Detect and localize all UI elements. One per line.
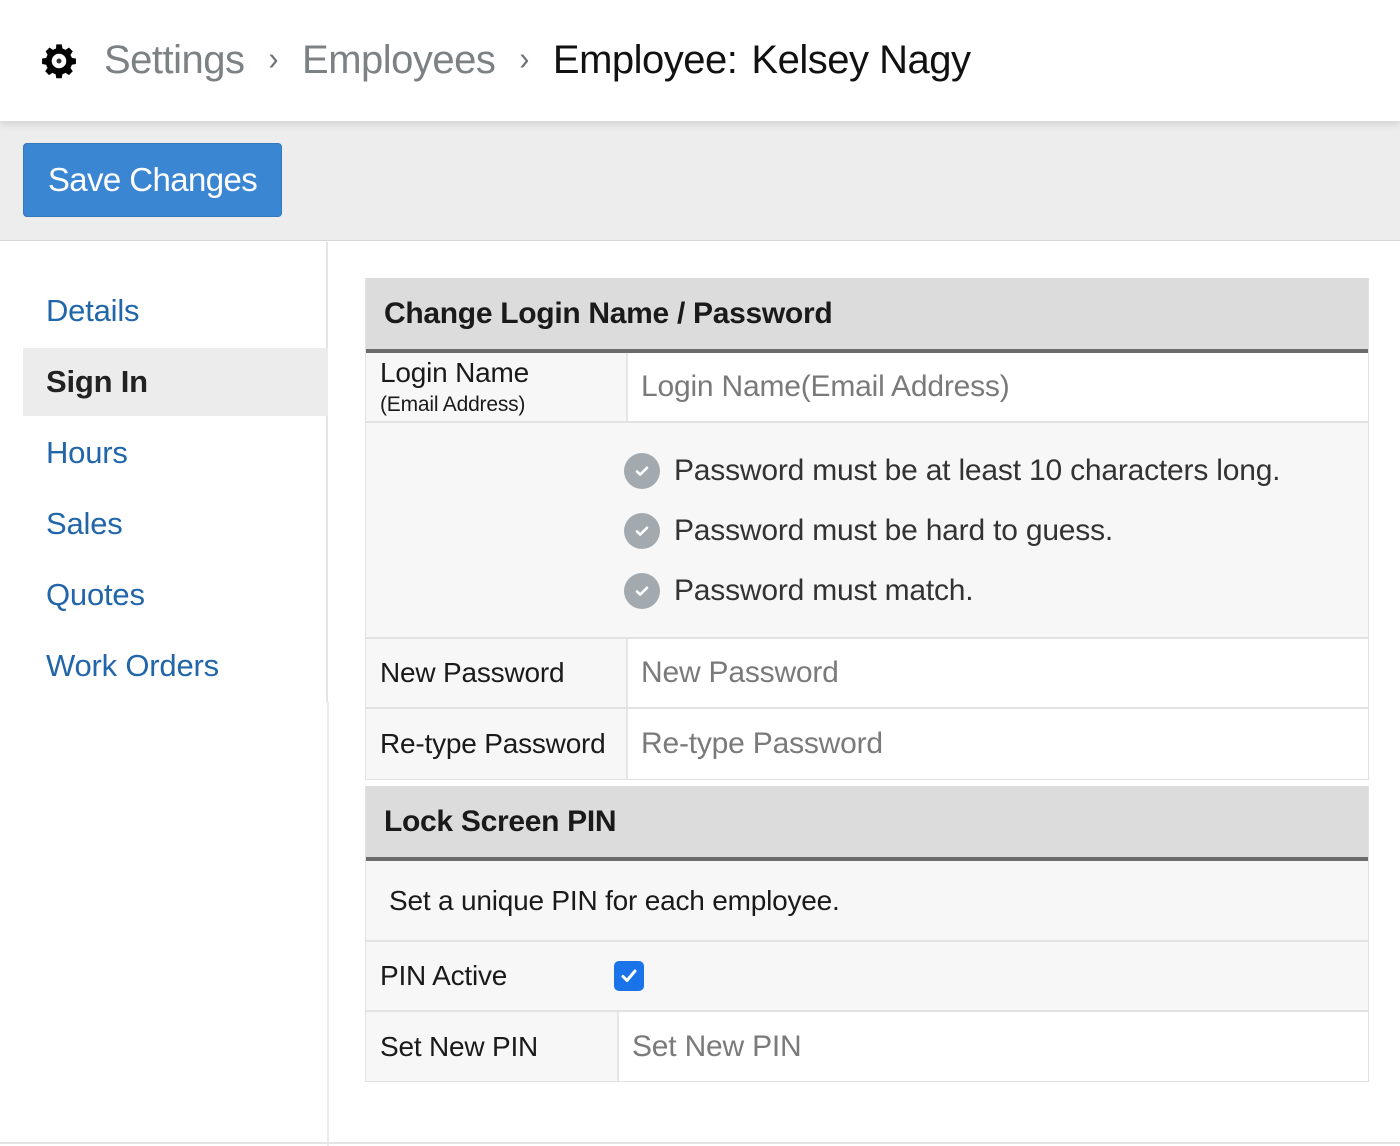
chevron-right-icon: › [519, 41, 529, 78]
footer-divider [0, 1142, 1400, 1144]
lock-screen-pin-heading: Lock Screen PIN [366, 786, 1368, 861]
retype-password-label: Re-type Password [380, 728, 606, 759]
toolbar: Save Changes [0, 121, 1400, 241]
breadcrumb: Settings › Employees › Employee: Kelsey N… [104, 36, 971, 84]
retype-password-cell [626, 709, 1368, 779]
new-password-row: New Password [366, 639, 1368, 709]
sidebar-item-details[interactable]: Details [23, 277, 328, 345]
change-login-heading: Change Login Name / Password [366, 278, 1368, 353]
password-rules-list: Password must be at least 10 characters … [366, 423, 1281, 637]
set-new-pin-cell [617, 1012, 1368, 1081]
lock-screen-pin-panel: Lock Screen PIN Set a unique PIN for eac… [365, 786, 1369, 1082]
employee-name: Kelsey Nagy [751, 38, 971, 82]
breadcrumb-settings[interactable]: Settings [104, 36, 245, 84]
check-circle-icon [624, 513, 660, 549]
check-circle-icon [624, 573, 660, 609]
password-rule-text: Password must match. [674, 574, 974, 607]
change-login-panel: Change Login Name / Password Login Name … [365, 278, 1369, 780]
checkmark-icon [621, 969, 637, 982]
set-new-pin-input[interactable] [632, 1029, 1368, 1064]
set-new-pin-label: Set New PIN [380, 1030, 539, 1062]
new-password-label: New Password [380, 657, 565, 688]
chevron-right-icon: › [268, 41, 279, 78]
login-name-label: Login Name (Email Address) [366, 353, 626, 421]
sidebar-item-work-orders[interactable]: Work Orders [23, 632, 328, 700]
pin-note: Set a unique PIN for each employee. [366, 861, 1368, 942]
new-password-cell [626, 639, 1368, 707]
password-rules-row: Password must be at least 10 characters … [366, 423, 1368, 639]
check-circle-icon [624, 453, 660, 489]
sidebar-nav: Details Sign In Hours Sales Quotes Work … [0, 242, 328, 702]
retype-password-input[interactable] [641, 727, 1368, 761]
password-rule-text: Password must be at least 10 characters … [674, 454, 1281, 487]
content-divider [327, 702, 329, 1146]
page-title-prefix: Employee: [552, 38, 738, 82]
save-changes-button[interactable]: Save Changes [23, 143, 282, 217]
set-new-pin-row: Set New PIN [366, 1012, 1368, 1081]
gear-icon [42, 44, 76, 79]
breadcrumb-employees[interactable]: Employees [302, 36, 496, 84]
page-header: Settings › Employees › Employee: Kelsey N… [0, 0, 1400, 121]
pin-active-row: PIN Active [366, 942, 1368, 1012]
login-name-label-text: Login Name [380, 357, 529, 388]
pin-active-label: PIN Active [380, 960, 508, 991]
password-rule: Password must be hard to guess. [624, 501, 1280, 561]
page-title: Employee: Kelsey Nagy [553, 36, 971, 84]
sidebar-item-quotes[interactable]: Quotes [23, 561, 328, 629]
retype-password-row: Re-type Password [366, 709, 1368, 779]
login-name-sublabel: (Email Address) [380, 393, 526, 416]
sidebar-item-sales[interactable]: Sales [23, 490, 328, 558]
login-name-cell [626, 353, 1368, 421]
login-name-input[interactable] [641, 370, 1368, 404]
sidebar-item-sign-in[interactable]: Sign In [23, 348, 328, 416]
password-rule: Password must match. [624, 561, 1280, 621]
login-name-row: Login Name (Email Address) [366, 353, 1368, 423]
sidebar-item-hours[interactable]: Hours [23, 419, 328, 487]
pin-active-checkbox[interactable] [614, 961, 644, 991]
password-rule: Password must be at least 10 characters … [624, 441, 1281, 501]
password-rule-text: Password must be hard to guess. [674, 514, 1114, 547]
new-password-input[interactable] [641, 656, 1368, 690]
pin-active-cell [614, 942, 644, 1010]
